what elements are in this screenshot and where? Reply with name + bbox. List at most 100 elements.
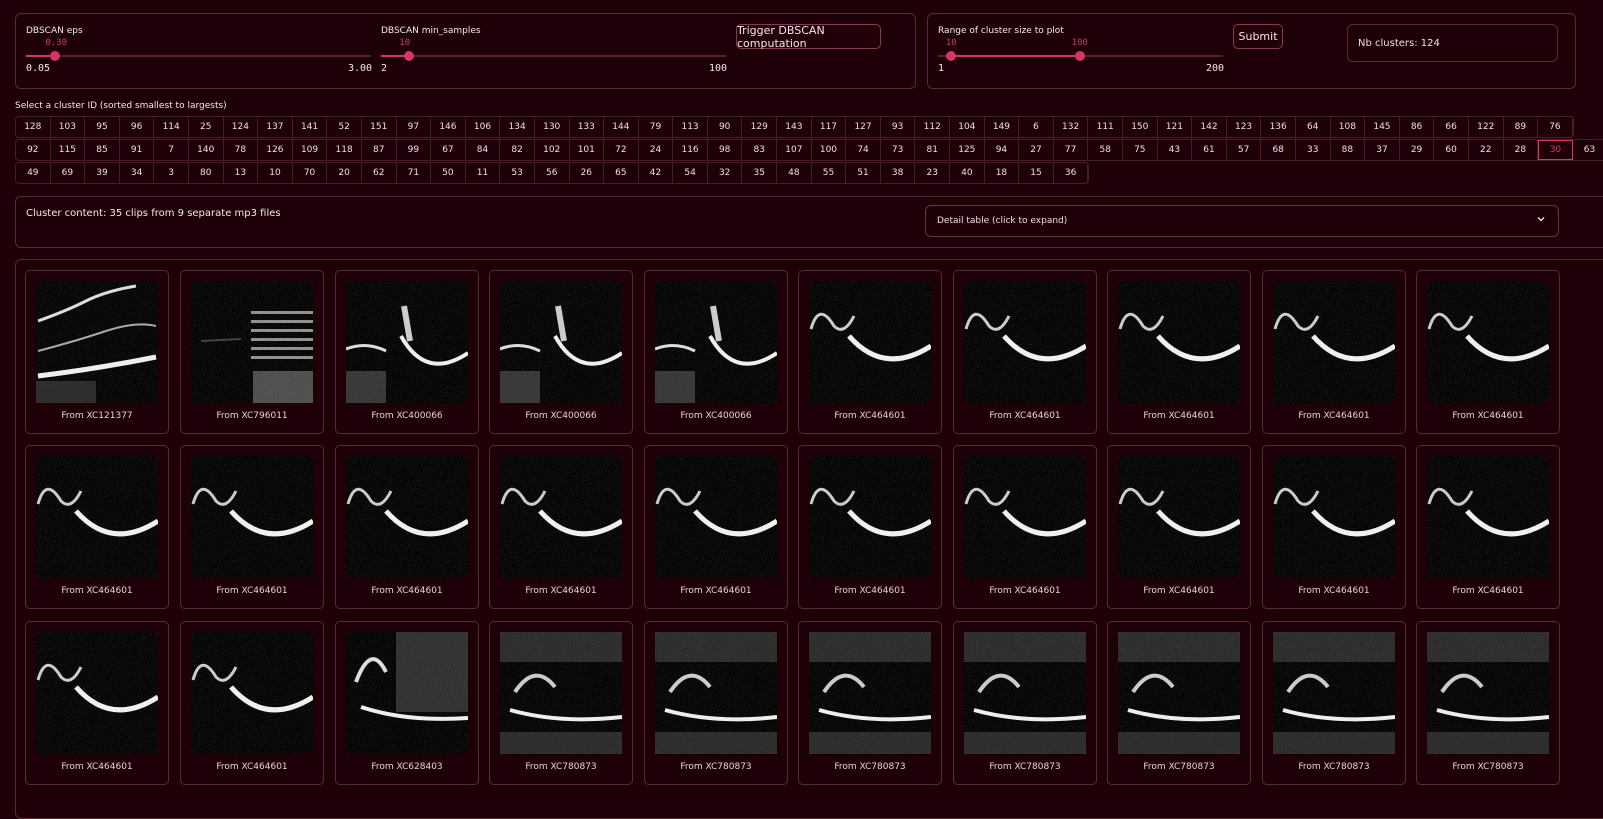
cluster-id-button[interactable]: 113	[673, 117, 708, 137]
clip-card[interactable]: From XC464601	[25, 445, 169, 609]
clip-card[interactable]: From XC464601	[335, 445, 479, 609]
cluster-id-button[interactable]: 98	[708, 140, 743, 160]
cluster-id-button[interactable]: 6	[1019, 117, 1054, 137]
cluster-id-button[interactable]: 38	[881, 163, 916, 183]
cluster-id-button[interactable]: 10	[258, 163, 293, 183]
cluster-id-button[interactable]: 82	[500, 140, 535, 160]
clip-card[interactable]: From XC464601	[1107, 270, 1251, 434]
cluster-id-button[interactable]: 149	[985, 117, 1020, 137]
clip-card[interactable]: From XC464601	[798, 445, 942, 609]
cluster-id-button[interactable]: 67	[431, 140, 466, 160]
cluster-id-button[interactable]: 144	[604, 117, 639, 137]
cluster-id-button[interactable]: 136	[1261, 117, 1296, 137]
cluster-id-button[interactable]: 64	[1296, 117, 1331, 137]
cluster-id-button[interactable]: 29	[1400, 140, 1435, 160]
cluster-id-button[interactable]: 97	[397, 117, 432, 137]
clip-card[interactable]: From XC780873	[953, 621, 1097, 785]
clip-card[interactable]: From XC628403	[335, 621, 479, 785]
clip-card[interactable]: From XC464601	[489, 445, 633, 609]
cluster-id-button[interactable]: 20	[327, 163, 362, 183]
detail-table-expander[interactable]: Detail table (click to expand)	[925, 205, 1559, 237]
cluster-id-button[interactable]: 122	[1469, 117, 1504, 137]
cluster-size-high-handle[interactable]	[1074, 51, 1085, 61]
cluster-id-button[interactable]: 134	[500, 117, 535, 137]
cluster-id-button[interactable]: 127	[846, 117, 881, 137]
cluster-id-button[interactable]: 115	[51, 140, 86, 160]
cluster-id-button[interactable]: 7	[154, 140, 189, 160]
cluster-id-button[interactable]: 129	[742, 117, 778, 137]
cluster-id-button[interactable]: 24	[639, 140, 674, 160]
cluster-id-button[interactable]: 75	[1123, 140, 1158, 160]
cluster-id-button[interactable]: 61	[1192, 140, 1227, 160]
cluster-id-button[interactable]: 56	[535, 163, 570, 183]
cluster-id-button[interactable]: 74	[846, 140, 881, 160]
cluster-id-button[interactable]: 141	[293, 117, 328, 137]
cluster-id-button[interactable]: 85	[85, 140, 120, 160]
cluster-id-button[interactable]: 150	[1123, 117, 1158, 137]
clip-card[interactable]: From XC464601	[1107, 445, 1251, 609]
cluster-id-button[interactable]: 114	[154, 117, 189, 137]
cluster-id-button[interactable]: 50	[431, 163, 466, 183]
cluster-id-button[interactable]: 102	[535, 140, 570, 160]
cluster-id-button[interactable]: 96	[120, 117, 155, 137]
cluster-id-button[interactable]: 116	[673, 140, 708, 160]
cluster-size-range-slider[interactable]	[938, 51, 1223, 61]
cluster-id-button[interactable]: 80	[189, 163, 224, 183]
clip-card[interactable]: From XC121377	[25, 270, 169, 434]
cluster-id-button[interactable]: 83	[742, 140, 778, 160]
clip-card[interactable]: From XC400066	[644, 270, 788, 434]
cluster-id-button[interactable]: 62	[362, 163, 397, 183]
cluster-id-button[interactable]: 26	[570, 163, 605, 183]
cluster-id-button[interactable]: 25	[189, 117, 224, 137]
cluster-id-button[interactable]: 128	[16, 117, 51, 137]
cluster-id-button[interactable]: 94	[985, 140, 1020, 160]
cluster-id-button[interactable]: 126	[258, 140, 293, 160]
cluster-id-button[interactable]: 130	[535, 117, 570, 137]
cluster-id-button[interactable]: 123	[1227, 117, 1262, 137]
cluster-id-button[interactable]: 78	[224, 140, 259, 160]
cluster-id-button[interactable]: 3	[154, 163, 189, 183]
cluster-id-button[interactable]: 124	[224, 117, 259, 137]
submit-button[interactable]: Submit	[1233, 24, 1283, 49]
cluster-id-button[interactable]: 39	[85, 163, 120, 183]
cluster-id-button[interactable]: 151	[362, 117, 397, 137]
cluster-id-button[interactable]: 89	[1504, 117, 1539, 137]
cluster-id-button[interactable]: 106	[466, 117, 501, 137]
cluster-size-low-handle[interactable]	[945, 51, 956, 61]
cluster-id-button[interactable]: 51	[846, 163, 881, 183]
clip-card[interactable]: From XC780873	[489, 621, 633, 785]
cluster-id-button[interactable]: 53	[500, 163, 535, 183]
cluster-id-button[interactable]: 112	[915, 117, 951, 137]
cluster-id-button[interactable]: 125	[950, 140, 985, 160]
clip-card[interactable]: From XC464601	[953, 445, 1097, 609]
cluster-id-button[interactable]: 30	[1538, 140, 1573, 160]
cluster-id-button[interactable]: 118	[327, 140, 362, 160]
cluster-id-button[interactable]: 66	[1434, 117, 1469, 137]
cluster-id-button[interactable]: 90	[708, 117, 743, 137]
cluster-id-button[interactable]: 103	[51, 117, 86, 137]
cluster-id-button[interactable]: 76	[1538, 117, 1573, 137]
clip-card[interactable]: From XC780873	[1107, 621, 1251, 785]
cluster-id-button[interactable]: 100	[812, 140, 847, 160]
cluster-id-button[interactable]: 111	[1088, 117, 1123, 137]
cluster-id-button[interactable]: 32	[708, 163, 743, 183]
cluster-id-button[interactable]: 79	[639, 117, 674, 137]
clip-card[interactable]: From XC464601	[1416, 270, 1560, 434]
cluster-id-button[interactable]: 43	[1158, 140, 1193, 160]
clip-card[interactable]: From XC780873	[1416, 621, 1560, 785]
cluster-id-button[interactable]: 23	[915, 163, 951, 183]
clip-card[interactable]: From XC464601	[180, 621, 324, 785]
cluster-id-button[interactable]: 145	[1365, 117, 1400, 137]
cluster-id-button[interactable]: 68	[1261, 140, 1296, 160]
cluster-id-button[interactable]: 18	[985, 163, 1020, 183]
cluster-id-button[interactable]: 42	[639, 163, 674, 183]
cluster-id-button[interactable]: 36	[1054, 163, 1089, 183]
cluster-id-button[interactable]: 132	[1054, 117, 1089, 137]
cluster-id-button[interactable]: 35	[742, 163, 778, 183]
cluster-id-button[interactable]: 70	[293, 163, 328, 183]
cluster-id-button[interactable]: 57	[1227, 140, 1262, 160]
clip-card[interactable]: From XC796011	[180, 270, 324, 434]
cluster-id-button[interactable]: 107	[777, 140, 812, 160]
cluster-id-button[interactable]: 33	[1296, 140, 1331, 160]
cluster-id-button[interactable]: 27	[1019, 140, 1054, 160]
